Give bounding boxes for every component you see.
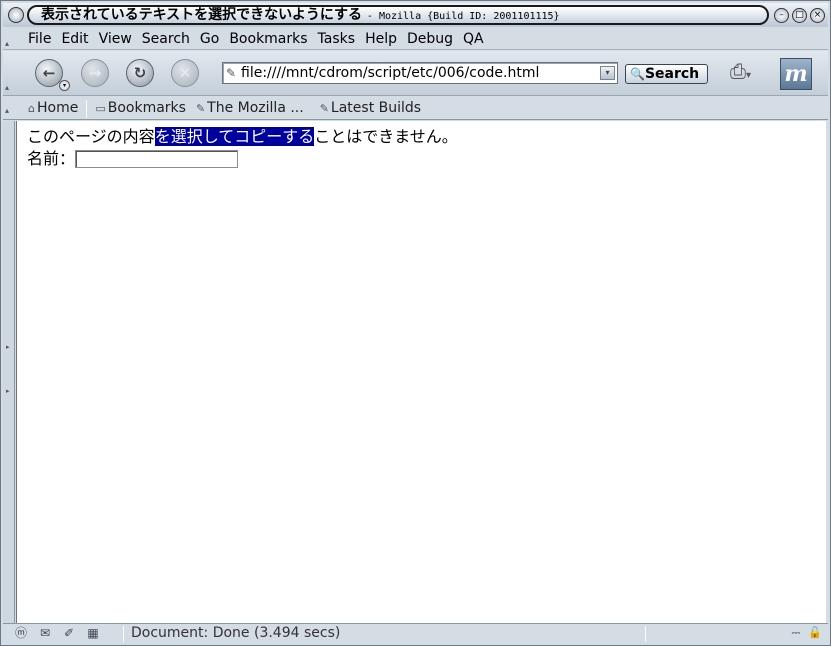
window-title-text: 表示されているテキストを選択できないようにする — [41, 7, 363, 23]
menu-bar: ▴ File Edit View Search Go Bookmarks Tas… — [3, 28, 828, 50]
mail-icon[interactable]: ✉ — [37, 626, 53, 640]
sidebar-open-icon[interactable]: ▸ — [6, 343, 10, 351]
bookmark-mozilla-label: The Mozilla ... — [207, 100, 304, 116]
bookmark-icon: ✎ — [195, 102, 206, 115]
menu-view[interactable]: View — [94, 30, 137, 48]
status-text: Document: Done (3.494 secs) — [131, 625, 341, 641]
status-bar: ⓜ ✉ ✐ ▦ Document: Done (3.494 secs) ⎓ 🔓 — [3, 623, 828, 643]
navigator-icon[interactable]: ⓜ — [13, 626, 29, 640]
selected-text: を選択してコピーする — [154, 127, 315, 146]
personal-toolbar-items: ⌂ Home ▭ Bookmarks ✎ The Mozilla ... ✎ Lates… — [23, 99, 426, 118]
composer-icon[interactable]: ✐ — [61, 626, 77, 640]
home-label: Home — [36, 100, 79, 116]
stop-icon[interactable]: ✕ — [171, 59, 199, 87]
notice-text: このページの内容を選択してコピーすることはできません。 — [27, 127, 458, 146]
component-bar: ⓜ ✉ ✐ ▦ — [13, 626, 101, 640]
bookmark-latest-builds-label: Latest Builds — [330, 100, 422, 116]
security-lock-icon[interactable]: 🔓 — [808, 626, 822, 640]
url-history-dropdown-icon[interactable]: ▾ — [600, 66, 615, 80]
navigation-toolbar: ▴ ← ▾ → ↻ ✕ ✎ ▾ 🔍Search ⎙▾ m — [3, 51, 828, 96]
navbar-grip-icon[interactable]: ▴ — [5, 83, 13, 92]
personal-toolbar: ▴ ⌂ Home ▭ Bookmarks ✎ The Mozilla ... ✎ Lat… — [3, 97, 828, 120]
url-bar[interactable]: ✎ ▾ — [222, 62, 618, 84]
name-label: 名前： — [27, 149, 76, 168]
close-icon[interactable]: × — [810, 8, 825, 23]
title-bar[interactable]: 表示されているテキストを選択できないようにする - Mozilla {Build… — [3, 3, 828, 27]
url-input[interactable] — [241, 65, 591, 82]
sidebar-grip[interactable]: ▸ ▸ — [3, 121, 15, 623]
search-button[interactable]: 🔍Search — [625, 64, 708, 84]
home-button[interactable]: ⌂ Home — [23, 99, 83, 118]
minimize-icon[interactable]: – — [774, 8, 789, 23]
menu-debug[interactable]: Debug — [402, 30, 458, 48]
menu-items: File Edit View Search Go Bookmarks Tasks… — [23, 30, 489, 48]
menu-bookmarks[interactable]: Bookmarks — [224, 30, 312, 48]
sidebar-open-icon-lower[interactable]: ▸ — [6, 387, 10, 395]
menu-tasks[interactable]: Tasks — [313, 30, 361, 48]
addressbook-icon[interactable]: ▦ — [85, 626, 101, 640]
magnifier-icon: 🔍 — [630, 67, 645, 81]
menu-qa[interactable]: QA — [458, 30, 489, 48]
page-proxy-icon[interactable]: ✎ — [226, 66, 236, 80]
window-title-suffix: - Mozilla {Build ID: 2001101115} — [366, 11, 560, 22]
menubar-grip-icon[interactable]: ▴ — [5, 39, 13, 48]
notice-text-before: このページの内容 — [27, 127, 155, 146]
bookmark-icon: ✎ — [319, 102, 329, 115]
personalbar-grip-icon[interactable]: ▴ — [5, 106, 13, 115]
menu-go[interactable]: Go — [195, 30, 224, 48]
name-row: 名前： — [27, 149, 239, 168]
status-separator — [123, 626, 124, 642]
maximize-icon[interactable]: □ — [792, 8, 807, 23]
page-content: このページの内容を選択してコピーすることはできません。 名前： — [16, 121, 826, 623]
title-pill: 表示されているテキストを選択できないようにする - Mozilla {Build… — [27, 5, 769, 25]
home-icon: ⌂ — [28, 102, 35, 115]
name-input[interactable] — [75, 149, 239, 168]
print-icon[interactable]: ⎙▾ — [730, 59, 770, 87]
menu-help[interactable]: Help — [360, 30, 402, 48]
forward-arrow-icon[interactable]: → — [81, 59, 109, 87]
status-right-icons: ⎓ 🔓 — [792, 626, 822, 640]
browser-window: 表示されているテキストを選択できないようにする - Mozilla {Build… — [0, 0, 831, 646]
bookmark-mozilla[interactable]: ✎ The Mozilla ... — [191, 99, 309, 118]
folder-icon: ▭ — [95, 102, 106, 115]
status-separator-right — [645, 626, 646, 642]
toolbar-separator — [86, 99, 88, 118]
menu-search[interactable]: Search — [137, 30, 195, 48]
bookmark-latest-builds[interactable]: ✎ Latest Builds — [315, 99, 426, 118]
search-button-label: Search — [644, 66, 700, 82]
online-status-icon[interactable]: ⎓ — [792, 626, 801, 640]
window-menu-icon[interactable] — [8, 7, 24, 23]
back-dropdown-icon[interactable]: ▾ — [59, 80, 70, 91]
bookmarks-button[interactable]: ▭ Bookmarks — [90, 99, 191, 118]
mozilla-logo[interactable]: m — [780, 58, 812, 90]
reload-icon[interactable]: ↻ — [126, 59, 154, 87]
menu-file[interactable]: File — [23, 30, 56, 48]
bookmarks-label: Bookmarks — [107, 100, 186, 116]
notice-text-after: ことはできません。 — [314, 127, 458, 146]
menu-edit[interactable]: Edit — [56, 30, 93, 48]
window-title: 表示されているテキストを選択できないようにする - Mozilla {Build… — [41, 7, 560, 23]
